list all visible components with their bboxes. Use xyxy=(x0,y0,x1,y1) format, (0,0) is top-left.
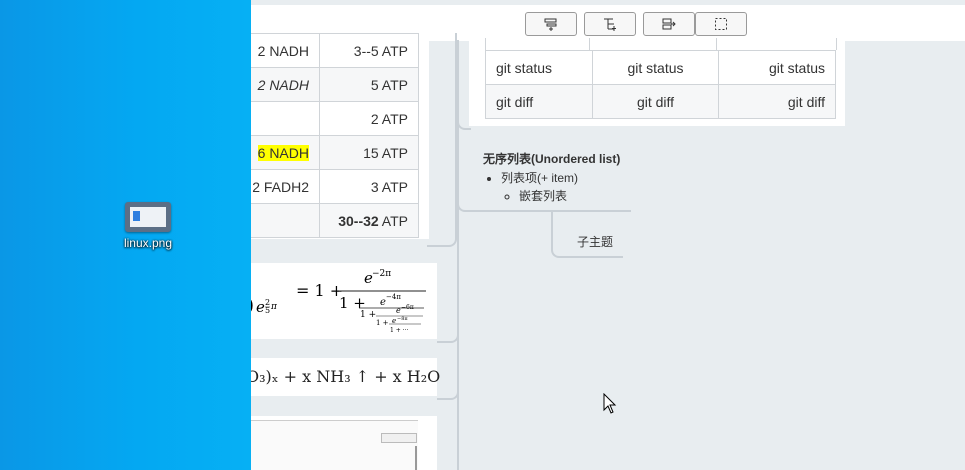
chemical-equation: O₃)ₓ + x NH₃ ↑ + x H₂O xyxy=(251,367,441,386)
svg-text:−8π: −8π xyxy=(397,316,408,322)
table-row: 6 NADH 15 ATP xyxy=(251,135,419,170)
mind-map-canvas[interactable]: 2 NADH 3--5 ATP 2 NADH 5 ATP 2 ATP 6 NAD… xyxy=(251,0,965,470)
svg-text:−6π: −6π xyxy=(401,304,414,311)
git-table: git status git status git status git dif… xyxy=(485,50,836,119)
select-frame-button[interactable] xyxy=(695,12,747,36)
table-row: git diff git diff git diff xyxy=(485,84,836,119)
svg-text:1 +: 1 + xyxy=(360,310,376,320)
table-cell: git status xyxy=(592,50,719,85)
table-cell: 2 NADH xyxy=(251,33,320,68)
table-cell: git status xyxy=(485,50,593,85)
connector-line xyxy=(457,40,459,470)
table-row: git status git status git status xyxy=(485,50,836,85)
connector-line xyxy=(437,358,459,400)
table-row: 30--32 ATP xyxy=(251,203,419,238)
bullet-list: 列表项(+ item) 嵌套列表 xyxy=(483,169,620,205)
table-cell: 30--32 ATP xyxy=(319,203,419,238)
table-row: 2 FADH2 3 ATP xyxy=(251,169,419,204)
table-cell: git diff xyxy=(592,84,719,119)
table-cell xyxy=(251,101,320,136)
total-unit: ATP xyxy=(378,212,408,229)
table-row: 2 NADH 5 ATP xyxy=(251,67,419,102)
mouse-cursor-icon xyxy=(603,393,617,414)
preview-scrollbar xyxy=(415,446,417,470)
svg-text:1 + ···: 1 + ··· xyxy=(390,327,408,334)
svg-text:e: e xyxy=(256,298,265,316)
highlighted-text: 6 NADH xyxy=(257,144,309,161)
git-table-node[interactable]: git status git status git status git dif… xyxy=(469,38,845,126)
table-cell: git status xyxy=(718,50,836,85)
table-row: 2 ATP xyxy=(251,101,419,136)
embedded-image-node[interactable] xyxy=(251,416,437,470)
table-cell: 3--5 ATP xyxy=(319,33,419,68)
table-cell: 5 ATP xyxy=(319,67,419,102)
list-item: 嵌套列表 xyxy=(519,187,620,205)
unordered-list-node[interactable]: 无序列表(Unordered list) 列表项(+ item) 嵌套列表 xyxy=(483,150,620,205)
table-cell: 2 ATP xyxy=(319,101,419,136)
svg-text:= 1 +: = 1 + xyxy=(296,281,343,300)
subtopic-node[interactable]: 子主题 xyxy=(577,233,613,250)
table-cell xyxy=(251,203,320,238)
nested-list: 嵌套列表 xyxy=(501,187,620,205)
table-cell: 3 ATP xyxy=(319,169,419,204)
insert-topic-icon xyxy=(544,18,557,31)
svg-text:π: π xyxy=(270,302,278,312)
table-row: 2 NADH 3--5 ATP xyxy=(251,33,419,68)
total-value: 30--32 xyxy=(338,212,379,229)
insert-subtopic-button[interactable] xyxy=(584,12,636,36)
image-file-icon xyxy=(125,202,171,232)
table-cell: 15 ATP xyxy=(319,135,419,170)
insert-parent-button[interactable] xyxy=(643,12,695,36)
svg-text:1 +: 1 + xyxy=(376,319,389,327)
svg-text:−2π: −2π xyxy=(372,269,391,279)
atp-table: 2 NADH 3--5 ATP 2 NADH 5 ATP 2 ATP 6 NAD… xyxy=(251,33,419,238)
connector-line xyxy=(427,33,457,247)
preview-toolbar xyxy=(381,433,417,443)
table-top-fragment xyxy=(589,38,717,50)
svg-text:5: 5 xyxy=(265,306,270,315)
desktop: linux.png xyxy=(0,0,251,470)
atp-table-node[interactable]: 2 NADH 3--5 ATP 2 NADH 5 ATP 2 ATP 6 NAD… xyxy=(251,33,429,239)
connector-line xyxy=(437,262,459,343)
continued-fraction-formula: ) e 25π = 1 + e −2π 1 + e −4π 1 + e −6π … xyxy=(251,269,426,334)
list-title: 无序列表(Unordered list) xyxy=(483,152,621,166)
desktop-file-label: linux.png xyxy=(123,236,173,250)
insert-parent-icon xyxy=(662,18,676,30)
list-item: 列表项(+ item) 嵌套列表 xyxy=(501,169,620,205)
desktop-file-linux-png[interactable]: linux.png xyxy=(116,198,180,250)
table-cell: git diff xyxy=(718,84,836,119)
select-frame-icon xyxy=(715,18,727,30)
math-formula-node[interactable]: O₃)ₓ + x NH₃ ↑ + x H₂O xyxy=(251,358,441,396)
table-cell: git diff xyxy=(485,84,593,119)
insert-topic-button[interactable] xyxy=(525,12,577,36)
embedded-window-preview xyxy=(251,420,418,470)
svg-text:−4π: −4π xyxy=(386,293,401,301)
table-cell: 6 NADH xyxy=(251,135,320,170)
svg-text:): ) xyxy=(251,295,254,316)
connector-line xyxy=(457,118,471,130)
table-cell: 2 FADH2 xyxy=(251,169,320,204)
table-cell: 2 NADH xyxy=(251,67,320,102)
math-formula-node[interactable]: ) e 25π = 1 + e −2π 1 + e −4π 1 + e −6π … xyxy=(251,263,437,339)
insert-subtopic-icon xyxy=(604,18,616,31)
